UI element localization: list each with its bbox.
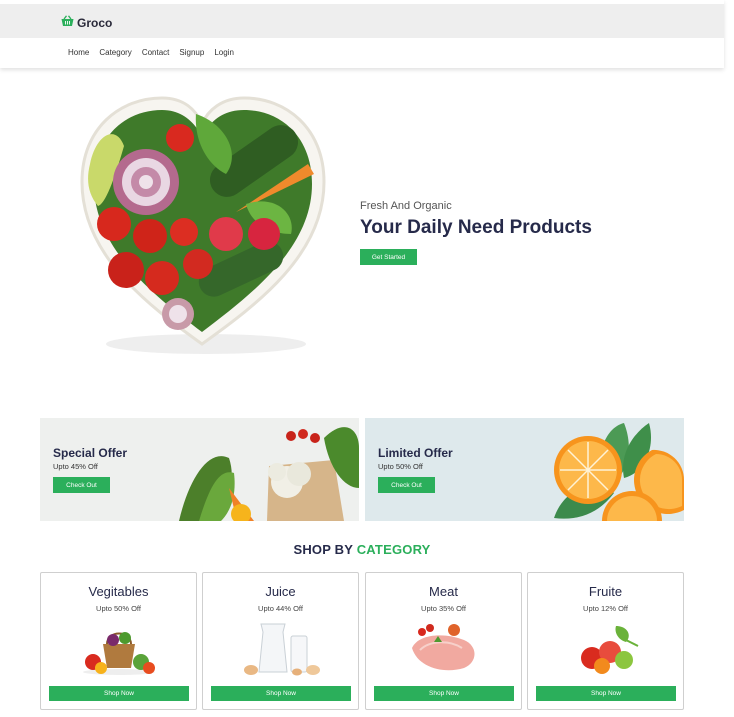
- category-card-vegitables[interactable]: Vegitables Upto 50% Off Shop Now: [40, 572, 197, 710]
- category-name: Juice: [265, 584, 296, 599]
- nav-signup[interactable]: Signup: [179, 48, 204, 57]
- nav-login[interactable]: Login: [214, 48, 234, 57]
- section-title: SHOP BY CATEGORY: [0, 542, 724, 557]
- brand-logo[interactable]: Groco: [61, 14, 112, 32]
- hero-title: Your Daily Need Products: [360, 217, 592, 238]
- nav-category[interactable]: Category: [99, 48, 131, 57]
- nav-home[interactable]: Home: [68, 48, 89, 57]
- main-nav: Home Category Contact Signup Login: [68, 48, 234, 57]
- vegetables-basket-image: [83, 632, 155, 675]
- brand-bar: Groco: [0, 4, 724, 38]
- nav-contact[interactable]: Contact: [142, 48, 170, 57]
- check-out-button[interactable]: Check Out: [378, 477, 435, 493]
- shop-now-button[interactable]: Shop Now: [211, 686, 351, 701]
- vegetable-bag-image: [179, 427, 359, 521]
- category-name: Fruite: [588, 584, 623, 599]
- category-offer: Upto 44% Off: [258, 604, 303, 613]
- shop-now-button[interactable]: Shop Now: [536, 686, 676, 701]
- meat-image: [412, 624, 475, 671]
- offer-title: Limited Offer: [378, 446, 453, 460]
- shop-now-button[interactable]: Shop Now: [374, 686, 514, 701]
- shop-now-button[interactable]: Shop Now: [49, 686, 189, 701]
- brand-name: Groco: [77, 16, 113, 30]
- section-title-prefix: SHOP BY: [293, 542, 353, 557]
- category-name: Vegitables: [88, 584, 149, 599]
- basket-icon: [61, 14, 74, 32]
- offer-subtitle: Upto 45% Off: [53, 462, 98, 471]
- hero-subtitle: Fresh And Organic: [360, 200, 452, 212]
- milk-juice-image: [244, 623, 320, 676]
- category-offer: Upto 35% Off: [421, 604, 466, 613]
- hero-vegetable-heart-image: [76, 94, 328, 360]
- orange-slices-image: [554, 423, 684, 521]
- category-name: Meat: [429, 584, 458, 599]
- offer-subtitle: Upto 50% Off: [378, 462, 423, 471]
- category-card-juice[interactable]: Juice Upto 44% Off Shop Now: [202, 572, 359, 710]
- offer-banner-special[interactable]: Special Offer Upto 45% Off Check Out: [40, 418, 359, 521]
- fruits-image: [581, 626, 639, 674]
- category-offer: Upto 12% Off: [583, 604, 628, 613]
- offer-banner-limited[interactable]: Limited Offer Upto 50% Off Check Out: [365, 418, 684, 521]
- site-header: Groco Home Category Contact Signup Login: [0, 0, 724, 68]
- category-card-fruite[interactable]: Fruite Upto 12% Off Shop Now: [527, 572, 684, 710]
- section-title-accent: CATEGORY: [356, 542, 431, 557]
- category-offer: Upto 50% Off: [96, 604, 141, 613]
- check-out-button[interactable]: Check Out: [53, 477, 110, 493]
- get-started-button[interactable]: Get Started: [360, 249, 417, 265]
- offer-title: Special Offer: [53, 446, 128, 460]
- category-card-meat[interactable]: Meat Upto 35% Off Shop Now: [365, 572, 522, 710]
- hero-text-block: Fresh And Organic Your Daily Need Produc…: [360, 200, 592, 239]
